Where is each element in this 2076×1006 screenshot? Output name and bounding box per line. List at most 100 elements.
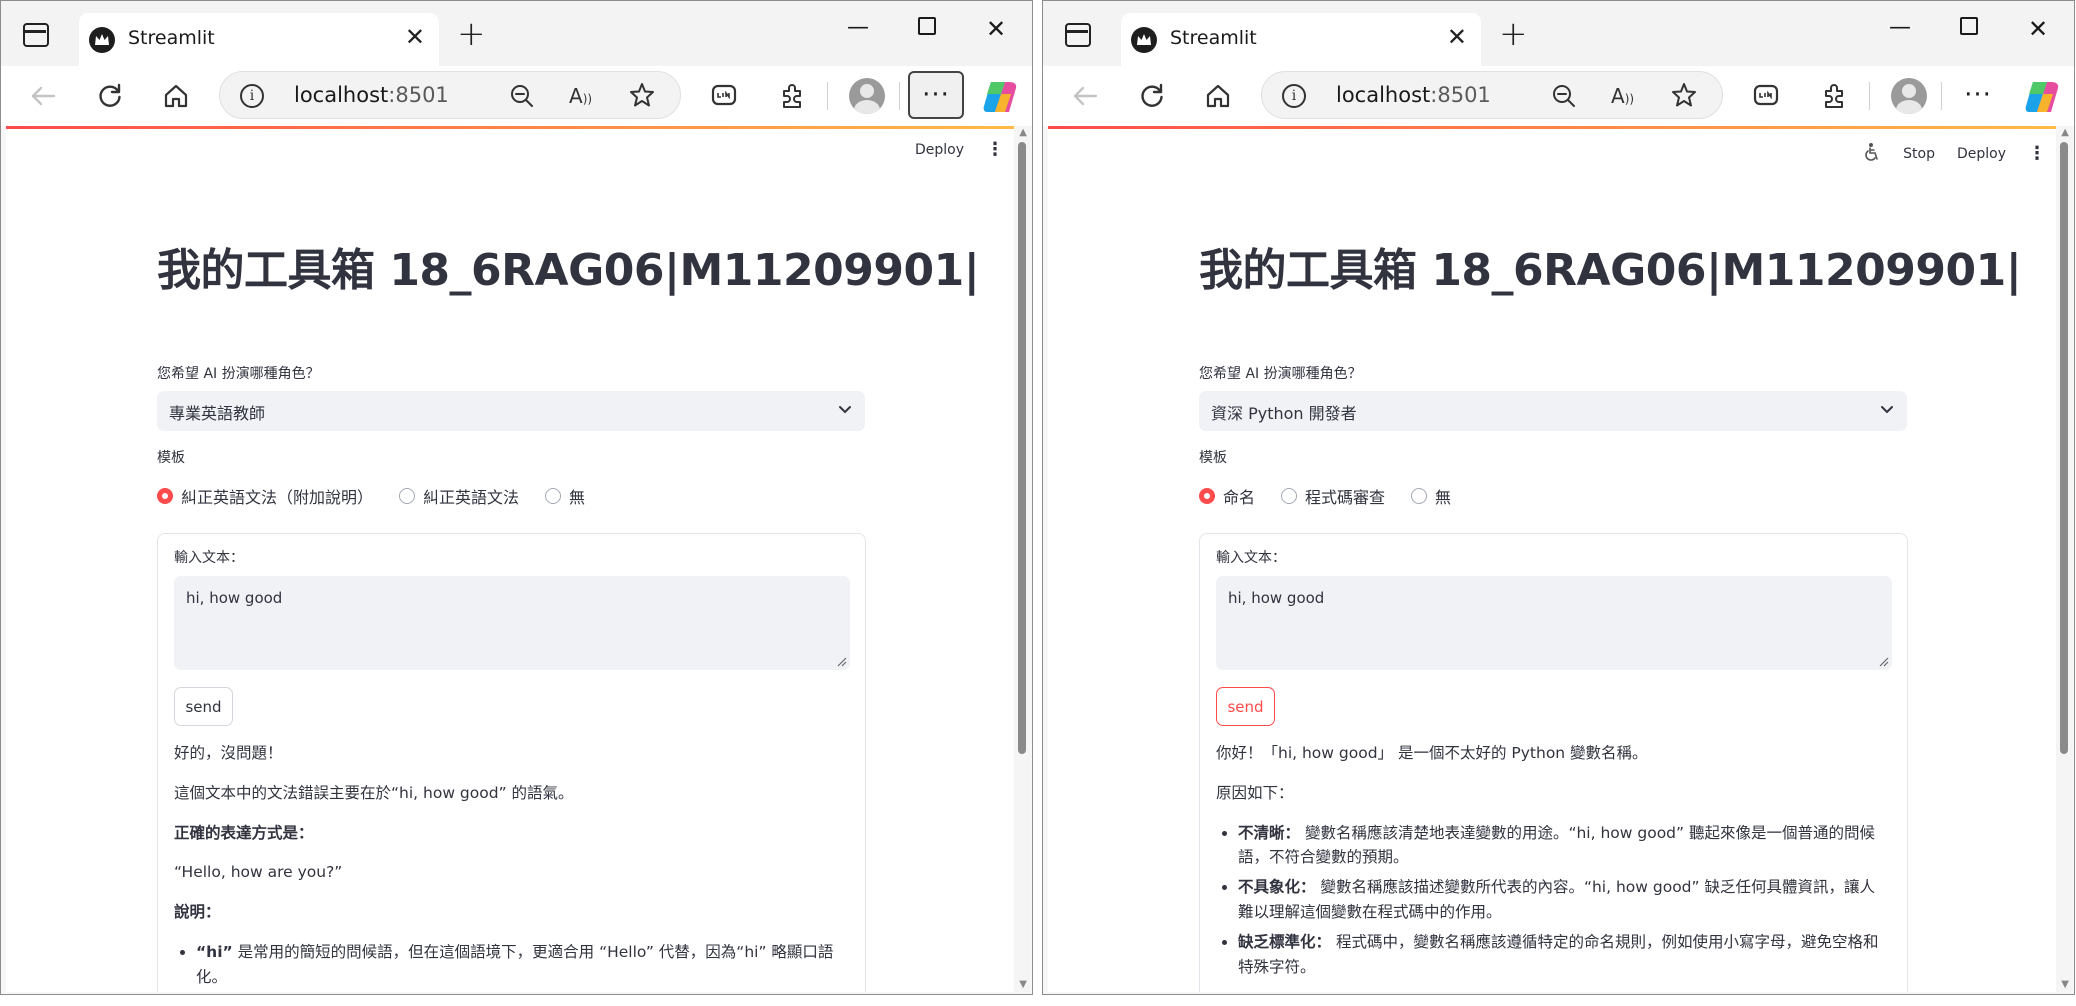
scrollbar[interactable]: ▲ ▼ — [1014, 126, 1030, 992]
scroll-thumb[interactable] — [2060, 142, 2068, 754]
deploy-button[interactable]: Deploy — [915, 142, 964, 158]
copilot-icon[interactable] — [981, 78, 1019, 116]
window-close-icon[interactable]: ✕ — [986, 15, 1006, 43]
favorite-star-icon[interactable] — [629, 82, 655, 112]
radio-option[interactable]: 糾正英語文法 — [399, 484, 519, 508]
list-item-text: 程式碼中，變數名稱應該遵循特定的命名規則，例如使用小寫字母，避免空格和特殊字符。 — [1238, 932, 1879, 976]
radio-label: 糾正英語文法 — [423, 488, 520, 507]
more-icon[interactable]: ··· — [908, 71, 964, 119]
list-item-bold: 不具象化： — [1238, 878, 1316, 897]
address-bar[interactable]: i localhost:8501 A)) — [1261, 71, 1723, 119]
zoom-out-icon[interactable] — [510, 84, 534, 112]
radio-option[interactable]: 程式碼審查 — [1281, 484, 1385, 508]
home-icon[interactable] — [156, 76, 196, 116]
info-icon[interactable]: i — [240, 84, 264, 108]
accessibility-icon[interactable] — [1863, 142, 1881, 166]
resize-handle-icon[interactable] — [835, 655, 847, 667]
list-item-text: 是常用的簡短的問候語，但在這個語境下，更適合用 “Hello” 代替，因為“hi… — [196, 942, 834, 986]
maximize-icon[interactable] — [918, 17, 936, 35]
plus-icon[interactable]: + — [1499, 17, 1528, 51]
zoom-out-icon[interactable] — [1552, 84, 1576, 112]
input-textarea[interactable]: hi, how good — [174, 576, 850, 670]
url-text[interactable]: localhost:8501 — [294, 83, 449, 107]
scroll-thumb[interactable] — [1018, 142, 1026, 754]
role-select[interactable]: 資深 Python 開發者 — [1199, 391, 1907, 431]
favorite-star-icon[interactable] — [1671, 82, 1697, 112]
toolbar-separator — [827, 82, 828, 110]
streamlit-page: ▲ ▼ Deploy ⋮ 我的工具箱 18_6RAG06|M11209901| … — [6, 126, 1030, 992]
close-icon[interactable]: ✕ — [405, 25, 425, 49]
radio-dot[interactable] — [545, 488, 562, 504]
input-form: 輸入文本： hi, how good send 好的，沒問題！ 這個文本中的文法… — [157, 533, 866, 992]
radio-option[interactable]: 命名 — [1199, 484, 1255, 508]
extensions-icon[interactable] — [772, 76, 812, 116]
radio-dot[interactable] — [157, 488, 173, 504]
read-aloud-icon[interactable]: A)) — [569, 84, 592, 108]
role-select[interactable]: 專業英語教師 — [157, 391, 865, 431]
scroll-up-icon[interactable]: ▲ — [1019, 127, 1027, 138]
home-icon[interactable] — [1198, 76, 1238, 116]
list-item: 不清晰： 變數名稱應該清楚地表達變數的用途。“hi, how good” 聽起來… — [1238, 821, 1888, 871]
response-text: 原因如下： — [1216, 783, 1294, 802]
scrollbar[interactable]: ▲ ▼ — [2056, 126, 2072, 992]
sidebar-toggle-icon[interactable] — [23, 23, 49, 47]
address-bar[interactable]: i localhost:8501 A)) — [219, 71, 681, 119]
send-button[interactable]: send — [1216, 687, 1275, 726]
kebab-icon[interactable]: ⋮ — [986, 141, 1004, 159]
read-aloud-icon[interactable]: A)) — [1611, 84, 1634, 108]
template-label: 模板 — [1199, 450, 1227, 466]
send-button[interactable]: send — [174, 687, 233, 726]
scroll-up-icon[interactable]: ▲ — [2061, 127, 2069, 138]
radio-label: 糾正英語文法（附加說明） — [181, 488, 374, 507]
sidebar-toggle-icon[interactable] — [1065, 23, 1091, 47]
line-app-icon[interactable] — [1746, 76, 1786, 116]
kebab-icon[interactable]: ⋮ — [2028, 145, 2046, 163]
radio-dot[interactable] — [1411, 488, 1428, 504]
close-icon[interactable]: ✕ — [1447, 25, 1467, 49]
url-text[interactable]: localhost:8501 — [1336, 83, 1491, 107]
resize-handle-icon[interactable] — [1877, 655, 1889, 667]
template-radio-group: 命名 程式碼審查 無 — [1199, 484, 1477, 508]
chevron-down-icon — [837, 401, 853, 421]
input-label: 輸入文本： — [1216, 550, 1286, 566]
response-list: 不清晰： 變數名稱應該清楚地表達變數的用途。“hi, how good” 聽起來… — [1238, 821, 1888, 980]
refresh-icon[interactable] — [1132, 76, 1172, 116]
role-select-value: 專業英語教師 — [169, 404, 266, 423]
radio-dot[interactable] — [1281, 488, 1298, 504]
response-text: 好的，沒問題！ — [174, 744, 283, 762]
maximize-icon[interactable] — [1960, 17, 1978, 35]
radio-option[interactable]: 無 — [545, 484, 585, 508]
list-item: “hi” 是常用的簡短的問候語，但在這個語境下，更適合用 “Hello” 代替，… — [196, 940, 846, 990]
refresh-icon[interactable] — [90, 76, 130, 116]
extensions-icon[interactable] — [1814, 76, 1854, 116]
scroll-down-icon[interactable]: ▼ — [1019, 979, 1027, 990]
radio-option[interactable]: 無 — [1411, 484, 1451, 508]
radio-option[interactable]: 糾正英語文法（附加說明） — [157, 484, 373, 508]
back-icon[interactable] — [23, 76, 63, 116]
info-icon[interactable]: i — [1282, 84, 1306, 108]
back-icon[interactable] — [1065, 76, 1105, 116]
browser-toolbar: i localhost:8501 A)) ··· — [1, 66, 1032, 126]
line-app-icon[interactable] — [704, 76, 744, 116]
minimize-icon[interactable]: — — [1889, 15, 1911, 40]
minimize-icon[interactable]: — — [847, 15, 869, 40]
more-icon[interactable]: ··· — [1950, 71, 2006, 119]
radio-dot[interactable] — [1199, 488, 1215, 504]
scroll-down-icon[interactable]: ▼ — [2061, 979, 2069, 990]
streamlit-header: Deploy ⋮ — [915, 141, 1004, 159]
browser-tab[interactable]: Streamlit ✕ — [1121, 13, 1481, 66]
input-form: 輸入文本： hi, how good send 你好！「hi, how good… — [1199, 533, 1908, 992]
copilot-icon[interactable] — [2023, 78, 2061, 116]
streamlit-crown-icon — [1131, 27, 1157, 53]
profile-avatar-icon[interactable] — [1891, 78, 1927, 114]
browser-tab[interactable]: Streamlit ✕ — [79, 13, 439, 66]
template-radio-group: 糾正英語文法（附加說明） 糾正英語文法 無 — [157, 484, 611, 508]
radio-dot[interactable] — [399, 488, 416, 504]
plus-icon[interactable]: + — [457, 17, 486, 51]
input-textarea[interactable]: hi, how good — [1216, 576, 1892, 670]
window-close-icon[interactable]: ✕ — [2028, 15, 2048, 43]
page-title: 我的工具箱 18_6RAG06|M11209901| — [157, 245, 980, 296]
stop-button[interactable]: Stop — [1903, 146, 1935, 162]
profile-avatar-icon[interactable] — [849, 78, 885, 114]
deploy-button[interactable]: Deploy — [1957, 146, 2006, 162]
